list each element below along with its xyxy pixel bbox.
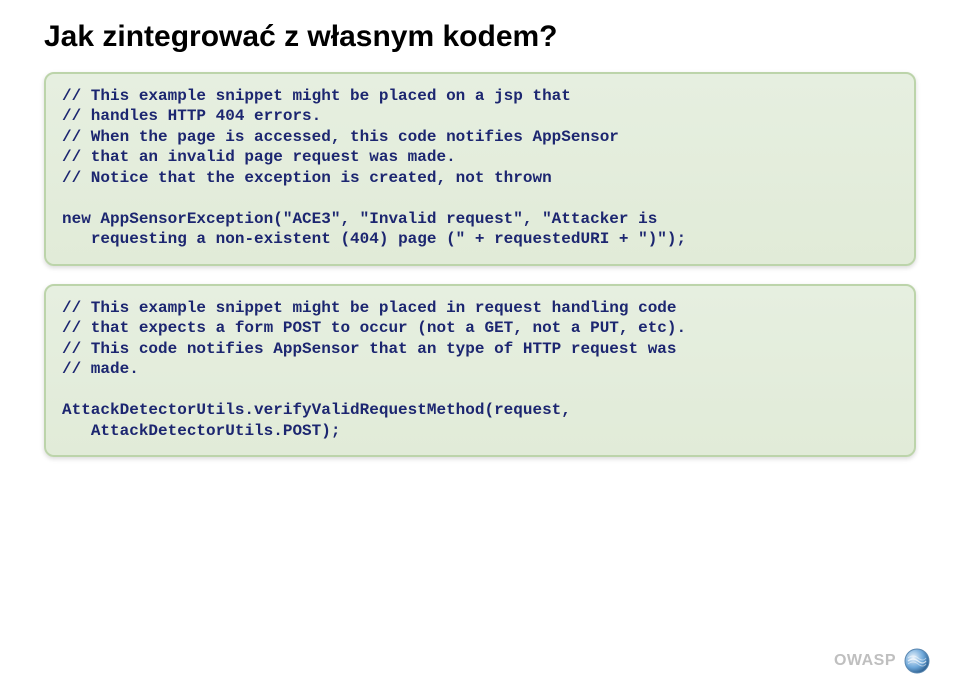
slide: Jak zintegrować z własnym kodem? // This… bbox=[0, 0, 960, 692]
code-snippet-2: // This example snippet might be placed … bbox=[44, 284, 916, 457]
footer: OWASP bbox=[834, 648, 930, 674]
owasp-logo-icon bbox=[904, 648, 930, 674]
footer-text: OWASP bbox=[834, 652, 896, 670]
code-snippet-1: // This example snippet might be placed … bbox=[44, 72, 916, 266]
slide-title: Jak zintegrować z własnym kodem? bbox=[44, 20, 916, 54]
